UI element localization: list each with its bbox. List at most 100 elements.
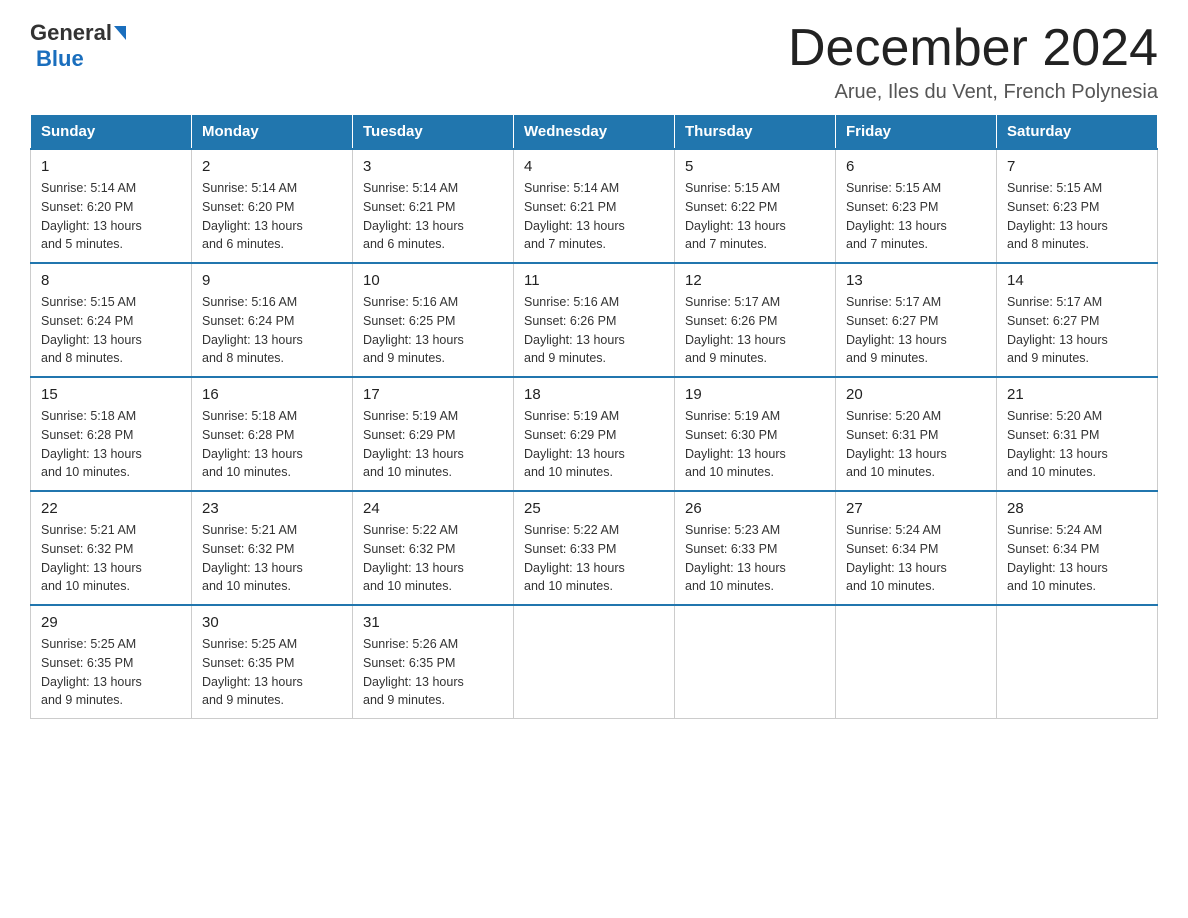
day-number: 9: [202, 272, 342, 289]
calendar-day-cell: [997, 605, 1158, 719]
day-info: Sunrise: 5:14 AM Sunset: 6:21 PM Dayligh…: [363, 179, 503, 254]
day-number: 21: [1007, 386, 1147, 403]
day-info: Sunrise: 5:17 AM Sunset: 6:26 PM Dayligh…: [685, 293, 825, 368]
calendar-header-row: SundayMondayTuesdayWednesdayThursdayFrid…: [31, 115, 1158, 150]
day-number: 28: [1007, 500, 1147, 517]
calendar-day-cell: 18 Sunrise: 5:19 AM Sunset: 6:29 PM Dayl…: [514, 377, 675, 491]
weekday-header-sunday: Sunday: [31, 115, 192, 150]
weekday-header-tuesday: Tuesday: [353, 115, 514, 150]
logo-blue-text: Blue: [36, 46, 84, 71]
day-number: 5: [685, 158, 825, 175]
calendar-day-cell: 4 Sunrise: 5:14 AM Sunset: 6:21 PM Dayli…: [514, 149, 675, 263]
calendar-day-cell: 15 Sunrise: 5:18 AM Sunset: 6:28 PM Dayl…: [31, 377, 192, 491]
day-number: 22: [41, 500, 181, 517]
day-number: 8: [41, 272, 181, 289]
day-number: 19: [685, 386, 825, 403]
calendar-week-row: 15 Sunrise: 5:18 AM Sunset: 6:28 PM Dayl…: [31, 377, 1158, 491]
calendar-day-cell: [836, 605, 997, 719]
day-info: Sunrise: 5:22 AM Sunset: 6:32 PM Dayligh…: [363, 521, 503, 596]
calendar-day-cell: 27 Sunrise: 5:24 AM Sunset: 6:34 PM Dayl…: [836, 491, 997, 605]
calendar-day-cell: 2 Sunrise: 5:14 AM Sunset: 6:20 PM Dayli…: [192, 149, 353, 263]
day-info: Sunrise: 5:19 AM Sunset: 6:29 PM Dayligh…: [524, 407, 664, 482]
weekday-header-friday: Friday: [836, 115, 997, 150]
weekday-header-wednesday: Wednesday: [514, 115, 675, 150]
day-info: Sunrise: 5:26 AM Sunset: 6:35 PM Dayligh…: [363, 635, 503, 710]
day-number: 15: [41, 386, 181, 403]
weekday-header-thursday: Thursday: [675, 115, 836, 150]
calendar-week-row: 1 Sunrise: 5:14 AM Sunset: 6:20 PM Dayli…: [31, 149, 1158, 263]
logo-general-text: General: [30, 20, 112, 46]
calendar-day-cell: 13 Sunrise: 5:17 AM Sunset: 6:27 PM Dayl…: [836, 263, 997, 377]
day-number: 20: [846, 386, 986, 403]
calendar-day-cell: 8 Sunrise: 5:15 AM Sunset: 6:24 PM Dayli…: [31, 263, 192, 377]
logo: General Blue: [30, 20, 128, 72]
weekday-header-monday: Monday: [192, 115, 353, 150]
calendar-day-cell: 23 Sunrise: 5:21 AM Sunset: 6:32 PM Dayl…: [192, 491, 353, 605]
calendar-day-cell: 20 Sunrise: 5:20 AM Sunset: 6:31 PM Dayl…: [836, 377, 997, 491]
calendar-day-cell: 14 Sunrise: 5:17 AM Sunset: 6:27 PM Dayl…: [997, 263, 1158, 377]
day-number: 18: [524, 386, 664, 403]
day-info: Sunrise: 5:14 AM Sunset: 6:20 PM Dayligh…: [41, 179, 181, 254]
day-info: Sunrise: 5:25 AM Sunset: 6:35 PM Dayligh…: [41, 635, 181, 710]
day-info: Sunrise: 5:20 AM Sunset: 6:31 PM Dayligh…: [1007, 407, 1147, 482]
calendar-day-cell: [514, 605, 675, 719]
day-info: Sunrise: 5:22 AM Sunset: 6:33 PM Dayligh…: [524, 521, 664, 596]
day-info: Sunrise: 5:15 AM Sunset: 6:23 PM Dayligh…: [1007, 179, 1147, 254]
calendar-day-cell: 10 Sunrise: 5:16 AM Sunset: 6:25 PM Dayl…: [353, 263, 514, 377]
day-info: Sunrise: 5:14 AM Sunset: 6:20 PM Dayligh…: [202, 179, 342, 254]
calendar-day-cell: 12 Sunrise: 5:17 AM Sunset: 6:26 PM Dayl…: [675, 263, 836, 377]
day-info: Sunrise: 5:24 AM Sunset: 6:34 PM Dayligh…: [1007, 521, 1147, 596]
day-number: 30: [202, 614, 342, 631]
calendar-day-cell: 7 Sunrise: 5:15 AM Sunset: 6:23 PM Dayli…: [997, 149, 1158, 263]
calendar-day-cell: 28 Sunrise: 5:24 AM Sunset: 6:34 PM Dayl…: [997, 491, 1158, 605]
day-number: 17: [363, 386, 503, 403]
day-info: Sunrise: 5:18 AM Sunset: 6:28 PM Dayligh…: [41, 407, 181, 482]
location-subtitle: Arue, Iles du Vent, French Polynesia: [788, 81, 1158, 104]
logo-triangle-icon: [114, 26, 126, 40]
calendar-day-cell: 21 Sunrise: 5:20 AM Sunset: 6:31 PM Dayl…: [997, 377, 1158, 491]
calendar-week-row: 29 Sunrise: 5:25 AM Sunset: 6:35 PM Dayl…: [31, 605, 1158, 719]
day-number: 4: [524, 158, 664, 175]
calendar-day-cell: [675, 605, 836, 719]
day-info: Sunrise: 5:20 AM Sunset: 6:31 PM Dayligh…: [846, 407, 986, 482]
calendar-day-cell: 25 Sunrise: 5:22 AM Sunset: 6:33 PM Dayl…: [514, 491, 675, 605]
calendar-day-cell: 31 Sunrise: 5:26 AM Sunset: 6:35 PM Dayl…: [353, 605, 514, 719]
day-number: 23: [202, 500, 342, 517]
calendar-day-cell: 16 Sunrise: 5:18 AM Sunset: 6:28 PM Dayl…: [192, 377, 353, 491]
calendar-day-cell: 29 Sunrise: 5:25 AM Sunset: 6:35 PM Dayl…: [31, 605, 192, 719]
day-info: Sunrise: 5:21 AM Sunset: 6:32 PM Dayligh…: [41, 521, 181, 596]
day-number: 2: [202, 158, 342, 175]
day-number: 31: [363, 614, 503, 631]
day-number: 24: [363, 500, 503, 517]
day-number: 13: [846, 272, 986, 289]
day-number: 7: [1007, 158, 1147, 175]
day-info: Sunrise: 5:21 AM Sunset: 6:32 PM Dayligh…: [202, 521, 342, 596]
day-number: 16: [202, 386, 342, 403]
calendar-day-cell: 22 Sunrise: 5:21 AM Sunset: 6:32 PM Dayl…: [31, 491, 192, 605]
day-number: 10: [363, 272, 503, 289]
title-section: December 2024 Arue, Iles du Vent, French…: [788, 20, 1158, 104]
day-info: Sunrise: 5:14 AM Sunset: 6:21 PM Dayligh…: [524, 179, 664, 254]
day-number: 6: [846, 158, 986, 175]
day-info: Sunrise: 5:17 AM Sunset: 6:27 PM Dayligh…: [846, 293, 986, 368]
day-number: 14: [1007, 272, 1147, 289]
calendar-day-cell: 30 Sunrise: 5:25 AM Sunset: 6:35 PM Dayl…: [192, 605, 353, 719]
month-title: December 2024: [788, 20, 1158, 77]
day-number: 27: [846, 500, 986, 517]
calendar-day-cell: 1 Sunrise: 5:14 AM Sunset: 6:20 PM Dayli…: [31, 149, 192, 263]
day-info: Sunrise: 5:25 AM Sunset: 6:35 PM Dayligh…: [202, 635, 342, 710]
day-number: 1: [41, 158, 181, 175]
day-info: Sunrise: 5:23 AM Sunset: 6:33 PM Dayligh…: [685, 521, 825, 596]
day-number: 26: [685, 500, 825, 517]
day-info: Sunrise: 5:18 AM Sunset: 6:28 PM Dayligh…: [202, 407, 342, 482]
page-header: General Blue December 2024 Arue, Iles du…: [30, 20, 1158, 104]
calendar-day-cell: 19 Sunrise: 5:19 AM Sunset: 6:30 PM Dayl…: [675, 377, 836, 491]
calendar-day-cell: 3 Sunrise: 5:14 AM Sunset: 6:21 PM Dayli…: [353, 149, 514, 263]
calendar-day-cell: 17 Sunrise: 5:19 AM Sunset: 6:29 PM Dayl…: [353, 377, 514, 491]
day-info: Sunrise: 5:19 AM Sunset: 6:29 PM Dayligh…: [363, 407, 503, 482]
day-info: Sunrise: 5:16 AM Sunset: 6:26 PM Dayligh…: [524, 293, 664, 368]
day-number: 11: [524, 272, 664, 289]
calendar-week-row: 22 Sunrise: 5:21 AM Sunset: 6:32 PM Dayl…: [31, 491, 1158, 605]
day-info: Sunrise: 5:19 AM Sunset: 6:30 PM Dayligh…: [685, 407, 825, 482]
day-info: Sunrise: 5:15 AM Sunset: 6:24 PM Dayligh…: [41, 293, 181, 368]
